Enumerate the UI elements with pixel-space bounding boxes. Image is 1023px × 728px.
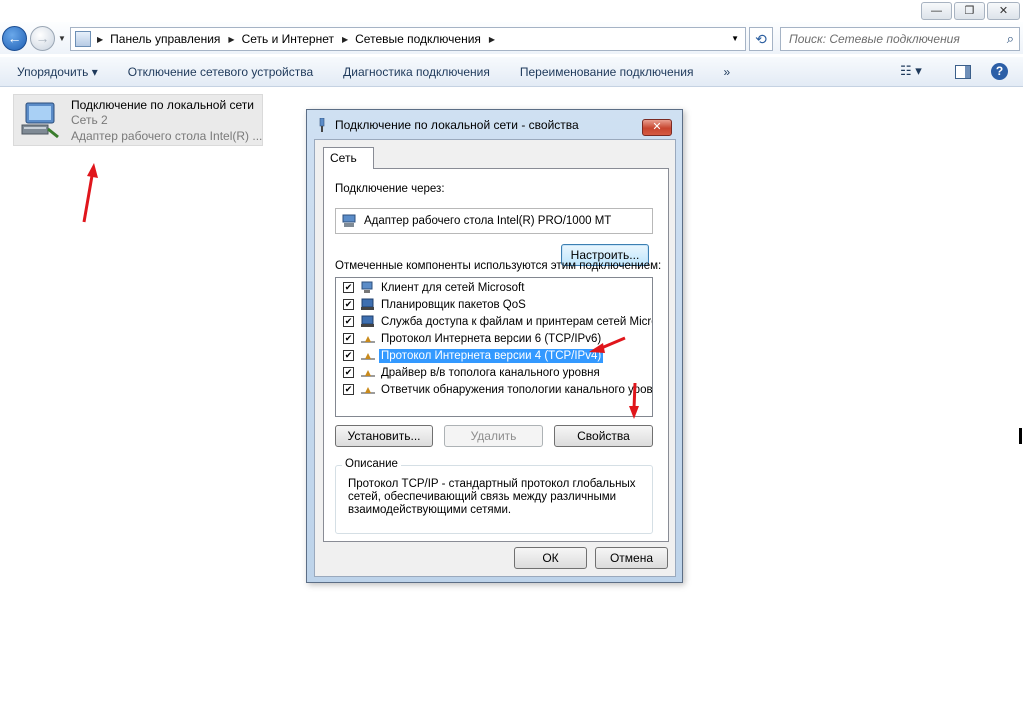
connection-item[interactable]: Подключение по локальной сети Сеть 2 Ада… <box>13 94 263 146</box>
description-legend: Описание <box>342 458 401 470</box>
connection-name: Подключение по локальной сети <box>71 98 254 112</box>
list-item[interactable]: ✔ Протокол Интернета версии 6 (TCP/IPv6) <box>336 330 603 347</box>
protocol-icon <box>361 336 375 343</box>
change-view-icon[interactable]: ☷ ▾ <box>900 63 922 79</box>
refresh-icon: ⟲ <box>755 31 767 47</box>
search-input[interactable]: Поиск: Сетевые подключения ⌕ <box>780 27 1020 51</box>
forward-button[interactable]: → <box>30 26 55 51</box>
more-commands-button[interactable]: » <box>708 65 745 79</box>
explorer-window: — ❐ ✕ ← → ▼ ▶ Панель управления ▶ Сеть и… <box>0 0 1023 728</box>
search-icon[interactable]: ⌕ <box>1007 31 1014 47</box>
chevron-right-icon[interactable]: ▶ <box>97 35 103 44</box>
back-button[interactable]: ← <box>2 26 27 51</box>
breadcrumb-label: Сетевые подключения <box>355 32 481 46</box>
adapter-field: Адаптер рабочего стола Intel(R) PRO/1000… <box>335 208 653 234</box>
checkbox[interactable]: ✔ <box>343 316 354 327</box>
search-placeholder: Поиск: Сетевые подключения <box>789 32 960 46</box>
cancel-button[interactable]: Отмена <box>595 547 668 569</box>
annotation-arrow <box>629 382 639 419</box>
text-cursor-icon <box>1019 428 1022 444</box>
minimize-button[interactable]: — <box>921 2 952 20</box>
history-dropdown-icon[interactable]: ▼ <box>58 34 66 43</box>
description-group: Описание Протокол TCP/IP - стандартный п… <box>335 458 653 534</box>
breadcrumb-control-panel[interactable]: Панель управления <box>110 32 220 46</box>
rename-button[interactable]: Переименование подключения <box>505 65 709 79</box>
annotation-arrow <box>82 163 98 223</box>
list-item[interactable]: ✔ Клиент для сетей Microsoft <box>336 279 526 296</box>
preview-pane-icon[interactable] <box>955 65 971 79</box>
connection-network: Сеть 2 <box>71 113 108 127</box>
help-icon[interactable]: ? <box>991 63 1008 80</box>
component-label: Планировщик пакетов QoS <box>381 298 526 311</box>
control-panel-icon <box>75 31 91 47</box>
chevron-right-icon[interactable]: ▶ <box>342 35 348 44</box>
close-window-button[interactable]: ✕ <box>987 2 1020 20</box>
breadcrumb-network-connections[interactable]: Сетевые подключения <box>355 32 481 46</box>
chevron-right-icon[interactable]: ▶ <box>228 35 234 44</box>
checkbox[interactable]: ✔ <box>343 333 354 344</box>
connect-via-label: Подключение через: <box>335 183 445 195</box>
connection-adapter: Адаптер рабочего стола Intel(R) ... <box>71 129 263 143</box>
address-dropdown-icon[interactable]: ▼ <box>731 34 739 43</box>
tab-network[interactable]: Сеть <box>323 147 374 169</box>
tab-panel: Подключение через: Адаптер рабочего стол… <box>323 168 669 542</box>
breadcrumb-label: Сеть и Интернет <box>241 32 334 46</box>
remove-button[interactable]: Удалить <box>444 425 543 447</box>
client-icon <box>361 281 373 293</box>
dialog-title-bar: Подключение по локальной сети - свойства <box>317 118 579 132</box>
breadcrumb-label: Панель управления <box>110 32 221 46</box>
list-item[interactable]: ✔ Служба доступа к файлам и принтерам се… <box>336 313 653 330</box>
network-adapter-icon <box>21 102 59 139</box>
maximize-button[interactable]: ❐ <box>954 2 985 20</box>
dialog-title: Подключение по локальной сети - свойства <box>335 118 579 132</box>
service-icon <box>361 298 374 310</box>
component-label: Протокол Интернета версии 4 (TCP/IPv4) <box>379 348 604 363</box>
address-bar: ← → ▼ ▶ Панель управления ▶ Сеть и Интер… <box>0 22 1023 54</box>
breadcrumb-network-internet[interactable]: Сеть и Интернет <box>242 32 334 46</box>
properties-button[interactable]: Свойства <box>554 425 653 447</box>
component-label: Служба доступа к файлам и принтерам сете… <box>381 315 653 328</box>
install-button[interactable]: Установить... <box>335 425 433 447</box>
adapter-name: Адаптер рабочего стола Intel(R) PRO/1000… <box>364 215 612 227</box>
checkbox[interactable]: ✔ <box>343 282 354 293</box>
component-label: Драйвер в/в тополога канального уровня <box>381 366 600 379</box>
adapter-icon <box>342 214 356 227</box>
protocol-icon <box>361 370 375 377</box>
dialog-body: Сеть Подключение через: Адаптер рабочего… <box>314 139 676 577</box>
list-item[interactable]: ✔ Драйвер в/в тополога канального уровня <box>336 364 602 381</box>
ok-button[interactable]: ОК <box>514 547 587 569</box>
annotation-arrow <box>589 336 626 353</box>
address-field[interactable]: ▶ Панель управления ▶ Сеть и Интернет ▶ … <box>70 27 746 51</box>
component-label: Клиент для сетей Microsoft <box>381 281 525 294</box>
component-label: Протокол Интернета версии 6 (TCP/IPv6) <box>381 332 602 345</box>
protocol-icon <box>361 387 375 394</box>
network-cable-icon <box>319 118 325 132</box>
caption-buttons: — ❐ ✕ <box>921 2 1020 20</box>
disable-device-button[interactable]: Отключение сетевого устройства <box>113 65 328 79</box>
checkbox[interactable]: ✔ <box>343 367 354 378</box>
organize-button[interactable]: Упорядочить ▾ <box>0 65 113 79</box>
service-icon <box>361 315 374 327</box>
chevron-right-icon[interactable]: ▶ <box>489 35 495 44</box>
dialog-close-button[interactable]: ✕ <box>642 119 672 136</box>
back-arrow-icon: ← <box>7 30 22 46</box>
components-label: Отмеченные компоненты используются этим … <box>335 260 662 272</box>
list-item[interactable]: ✔ Ответчик обнаружения топологии канальн… <box>336 381 653 398</box>
checkbox[interactable]: ✔ <box>343 350 354 361</box>
protocol-icon <box>361 353 375 360</box>
description-text: Протокол TCP/IP - стандартный протокол г… <box>348 478 636 516</box>
refresh-button[interactable]: ⟲ <box>749 27 773 51</box>
forward-arrow-icon: → <box>35 30 50 46</box>
checkbox[interactable]: ✔ <box>343 299 354 310</box>
list-item-selected[interactable]: ✔ Протокол Интернета версии 4 (TCP/IPv4) <box>336 347 604 364</box>
component-label: Ответчик обнаружения топологии канальног… <box>381 383 653 396</box>
command-bar: Упорядочить ▾ Отключение сетевого устрой… <box>0 57 1023 87</box>
checkbox[interactable]: ✔ <box>343 384 354 395</box>
diagnose-button[interactable]: Диагностика подключения <box>328 65 505 79</box>
list-item[interactable]: ✔ Планировщик пакетов QoS <box>336 296 528 313</box>
